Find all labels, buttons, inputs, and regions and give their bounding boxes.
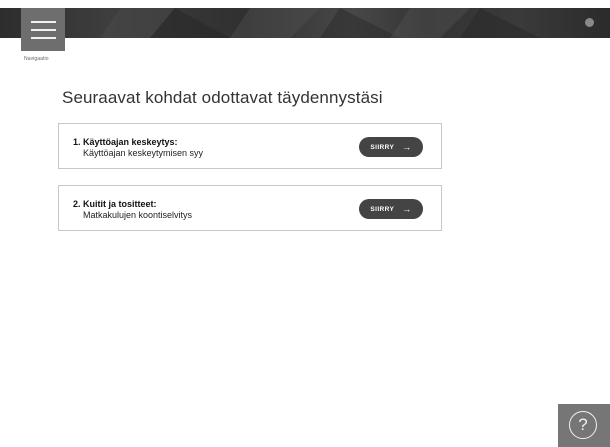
task-subtitle: Matkakulujen koontiselvitys: [83, 210, 193, 220]
status-dot: [585, 18, 594, 27]
arrow-right-icon: →: [402, 141, 412, 152]
go-button[interactable]: SIIRRY →: [359, 137, 423, 157]
page-title: Seuraavat kohdat odottavat täydennystäsi: [62, 88, 383, 107]
task-card-usage-interruption: 1. Käyttöajan keskeytys: Käyttöajan kesk…: [58, 123, 442, 169]
go-button-label: SIIRRY: [370, 143, 395, 151]
arrow-right-icon: →: [402, 203, 412, 214]
task-title: 1. Käyttöajan keskeytys:: [73, 137, 178, 147]
navigation-label: Navigaatio: [24, 56, 49, 62]
top-banner: [0, 8, 610, 38]
task-card-receipts: 2. Kuitit ja tositteet: Matkakulujen koo…: [58, 185, 442, 231]
help-button[interactable]: ?: [558, 404, 610, 447]
navigation-menu-button[interactable]: [21, 8, 65, 51]
banner-decoration: [100, 8, 540, 38]
go-button-label: SIIRRY: [370, 205, 395, 213]
help-icon: ?: [569, 411, 597, 439]
task-title: 2. Kuitit ja tositteet:: [73, 199, 157, 209]
task-subtitle: Käyttöajan keskeytymisen syy: [83, 148, 204, 158]
go-button[interactable]: SIIRRY →: [359, 199, 423, 219]
